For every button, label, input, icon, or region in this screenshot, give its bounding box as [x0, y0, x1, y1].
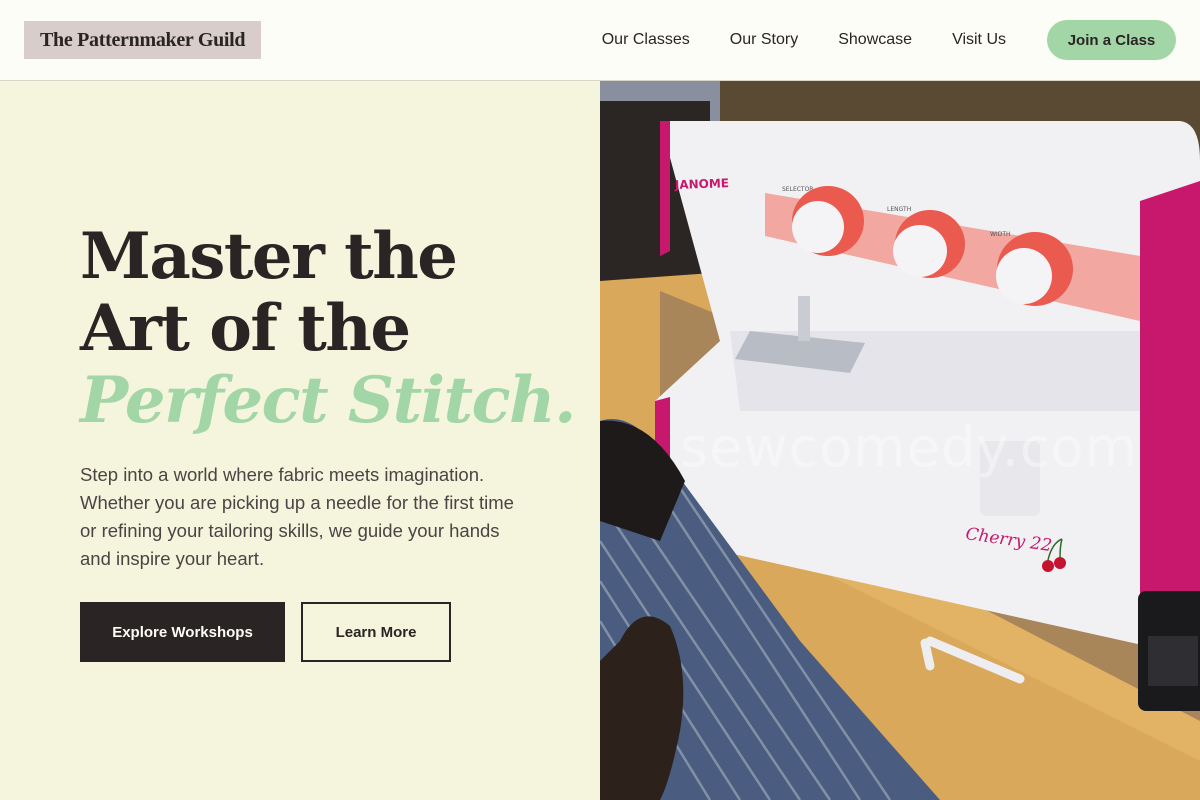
headline-line-1: Master the [80, 219, 458, 294]
nav-link-visit-us[interactable]: Visit Us [952, 31, 1006, 49]
photo-watermark: sewcomedy.com [680, 416, 1139, 479]
selector-dial-icon [792, 186, 864, 256]
main-nav: Our Classes Our Story Showcase Visit Us [602, 0, 1006, 80]
machine-brand-label: JANOME [674, 176, 730, 192]
headline-line-2: Art of the [80, 291, 411, 366]
dial-label-width: WIDTH [990, 231, 1011, 238]
explore-workshops-button[interactable]: Explore Workshops [80, 602, 285, 662]
dial-label-length: LENGTH [887, 206, 911, 213]
learn-more-button[interactable]: Learn More [301, 602, 451, 662]
site-header: The Patternmaker Guild Our Classes Our S… [0, 0, 1200, 81]
join-class-button[interactable]: Join a Class [1047, 20, 1176, 60]
nav-link-our-story[interactable]: Our Story [730, 31, 798, 49]
hero-text-panel: Master the Art of the Perfect Stitch. St… [0, 81, 600, 800]
hero-description: Step into a world where fabric meets ima… [80, 464, 514, 569]
headline-accent: Perfect Stitch. [80, 363, 576, 438]
phone-icon [1138, 591, 1200, 711]
nav-link-our-classes[interactable]: Our Classes [602, 31, 690, 49]
hero-headline: Master the Art of the Perfect Stitch. [80, 219, 576, 438]
site-logo[interactable]: The Patternmaker Guild [24, 21, 262, 59]
nav-link-showcase[interactable]: Showcase [838, 31, 912, 49]
hero-photo-sewing-machine: JANOME SELECTOR LENGTH WIDTH Cherry 22 s… [600, 81, 1200, 800]
